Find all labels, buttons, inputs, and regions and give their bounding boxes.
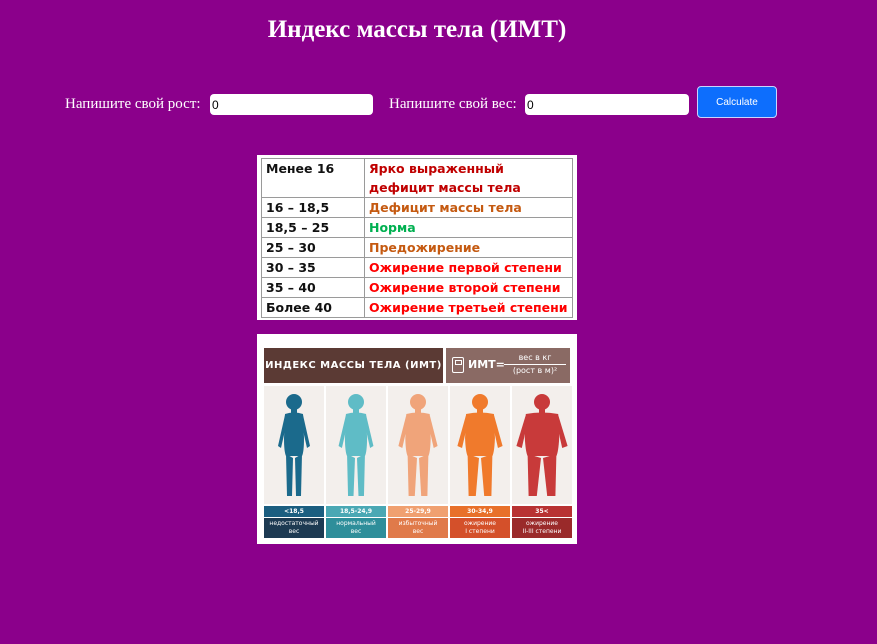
calculator-icon xyxy=(452,357,464,373)
bmi-categories-table: Менее 16 Ярко выраженный дефицит массы те… xyxy=(261,158,573,318)
bmi-table-row: 18,5 – 25 Норма xyxy=(261,217,573,238)
formula-numerator: вес в кг xyxy=(504,352,566,365)
bmi-category-label: нормальный вес xyxy=(326,518,386,538)
formula-fraction: вес в кг (рост в м)² xyxy=(504,352,566,377)
body-figure-column xyxy=(326,386,386,504)
bmi-infographic-image: ИНДЕКС МАССЫ ТЕЛА (ИМТ) ИМТ= вес в кг (р… xyxy=(257,334,577,544)
bmi-table-row: 30 – 35 Ожирение первой степени xyxy=(261,257,573,278)
bmi-table-row: Более 40 Ожирение третьей степени xyxy=(261,297,573,318)
bmi-category-label: ожирение II-III степени xyxy=(512,518,572,538)
bmi-category-label: недостаточный вес xyxy=(264,518,324,538)
body-figure-column xyxy=(388,386,448,504)
bmi-category-cell: Ожирение первой степени xyxy=(364,257,573,278)
body-silhouette-icon xyxy=(278,394,310,496)
bmi-category-line: вес xyxy=(412,528,424,535)
bmi-category-line: вес xyxy=(350,528,362,535)
bmi-category-cell: Ожирение третьей степени xyxy=(364,297,573,318)
body-silhouette-icon xyxy=(516,394,568,496)
bmi-table-row: 16 – 18,5 Дефицит массы тела xyxy=(261,197,573,218)
bmi-range-band: 18,5-24,9 xyxy=(326,506,386,517)
infographic-header-title: ИНДЕКС МАССЫ ТЕЛА (ИМТ) xyxy=(264,348,443,383)
body-silhouette-icon xyxy=(398,394,438,496)
weight-input[interactable] xyxy=(525,94,689,115)
height-input[interactable] xyxy=(210,94,373,115)
bmi-category-cell: Предожирение xyxy=(364,237,573,258)
bmi-range-band: 35< xyxy=(512,506,572,517)
bmi-range-cell: Более 40 xyxy=(261,297,365,318)
bmi-category-line: нормальный xyxy=(336,520,376,527)
infographic-formula: ИМТ= вес в кг (рост в м)² xyxy=(446,348,570,383)
bmi-category-label: ожирение I степени xyxy=(450,518,510,538)
bmi-category-cell: Норма xyxy=(364,217,573,238)
bmi-range-cell: 30 – 35 xyxy=(261,257,365,278)
calculate-button[interactable]: Calculate xyxy=(697,86,777,118)
bmi-range-band: <18,5 xyxy=(264,506,324,517)
body-figure-column xyxy=(264,386,324,504)
bmi-category-line: ожирение xyxy=(526,520,558,527)
bmi-category-line: вес xyxy=(288,528,300,535)
bmi-form: Напишите свой рост: Напишите свой вес: C… xyxy=(0,86,877,118)
formula-label: ИМТ= xyxy=(468,358,505,371)
bmi-range-band: 30-34,9 xyxy=(450,506,510,517)
bmi-range-cell: 18,5 – 25 xyxy=(261,217,365,238)
bmi-table-row: 35 – 40 Ожирение второй степени xyxy=(261,277,573,298)
bmi-range-band: 25-29,9 xyxy=(388,506,448,517)
bmi-category-line: I степени xyxy=(465,528,495,535)
bmi-category-label: избыточный вес xyxy=(388,518,448,538)
bmi-categories-table-image: Менее 16 Ярко выраженный дефицит массы те… xyxy=(257,155,577,320)
body-figure-column xyxy=(450,386,510,504)
page-title: Индекс массы тела (ИМТ) xyxy=(267,16,567,43)
body-figures xyxy=(264,386,572,504)
bmi-category-line: избыточный xyxy=(398,520,438,527)
bmi-range-cell: Менее 16 xyxy=(261,158,365,198)
weight-label: Напишите свой вес: xyxy=(389,96,517,112)
bmi-table-row: Менее 16 Ярко выраженный дефицит массы те… xyxy=(261,158,573,198)
height-label: Напишите свой рост: xyxy=(65,96,201,112)
bmi-range-cell: 16 – 18,5 xyxy=(261,197,365,218)
body-silhouette-icon xyxy=(457,394,503,496)
bmi-table-row: 25 – 30 Предожирение xyxy=(261,237,573,258)
bmi-category-cell: Ярко выраженный дефицит массы тела xyxy=(364,158,573,198)
bmi-category-line: II-III степени xyxy=(522,528,562,535)
body-figure-column xyxy=(512,386,572,504)
body-silhouette-icon xyxy=(338,394,374,496)
bmi-range-cell: 25 – 30 xyxy=(261,237,365,258)
bmi-range-cell: 35 – 40 xyxy=(261,277,365,298)
bmi-category-cell: Ожирение второй степени xyxy=(364,277,573,298)
formula-denominator: (рост в м)² xyxy=(512,366,558,375)
bmi-category-line: недостаточный xyxy=(269,520,319,527)
bmi-category-line: ожирение xyxy=(464,520,496,527)
bmi-category-cell: Дефицит массы тела xyxy=(364,197,573,218)
